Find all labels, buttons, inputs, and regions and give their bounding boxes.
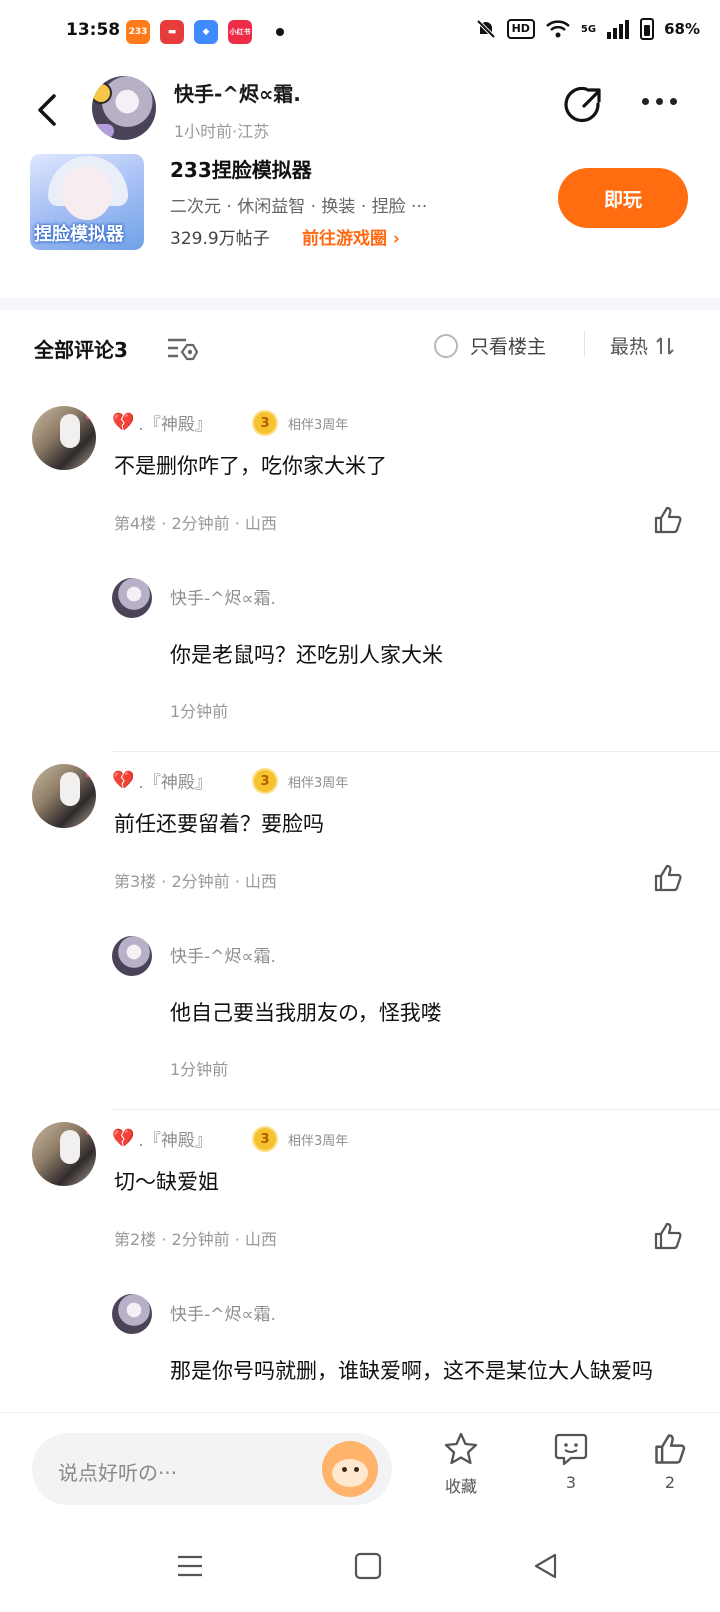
status-bar: 13:58 233 ▬ ◆ 小红书 HD 5G 68% <box>0 0 720 66</box>
favorite-button[interactable]: 收藏 <box>431 1431 491 1497</box>
comment-text[interactable]: 前任还要留着？要脸吗 <box>114 808 324 838</box>
replier-name[interactable]: 快手-^烬∝霜. <box>170 1300 276 1325</box>
play-button[interactable]: 即玩 <box>558 168 688 228</box>
thumbs-up-icon[interactable] <box>652 1220 684 1252</box>
replier-avatar[interactable] <box>112 1294 152 1334</box>
game-tags: 二次元 · 休闲益智 · 换装 · 捏脸 ··· <box>170 197 428 217</box>
comment-thread: ❥ 💔 .『神殿』 3 相伴3周年 不是删你咋了，吃你家大米了 第4楼 · 2分… <box>0 394 720 752</box>
broken-heart-icon: 💔 <box>112 412 135 433</box>
post-header: 快手-^烬∝霜. 1小时前·江苏 捏脸模拟器 233捏脸模拟器 二次元 · 休闲… <box>0 66 720 298</box>
commenter-avatar[interactable]: ❥ <box>32 764 96 828</box>
more-icon[interactable] <box>642 98 677 105</box>
thumbs-up-icon <box>655 1434 686 1464</box>
like-count: 2 <box>664 1473 676 1492</box>
sort-button[interactable]: 最热 <box>610 332 676 359</box>
comments-title: 全部评论3 <box>34 338 128 362</box>
signal-icon <box>607 20 630 39</box>
owner-only-label: 只看楼主 <box>470 336 547 358</box>
commenter-name-row[interactable]: 💔 .『神殿』 <box>112 410 212 435</box>
wifi-icon <box>546 20 570 38</box>
reply-text[interactable]: 你是老鼠吗？还吃别人家大米 <box>170 638 670 672</box>
replier-name[interactable]: 快手-^烬∝霜. <box>170 584 276 609</box>
commenter-avatar[interactable]: ❥ <box>32 1122 96 1186</box>
comment-icon <box>554 1433 588 1466</box>
comment-button[interactable]: 3 <box>541 1431 601 1492</box>
notification-dot <box>276 28 284 36</box>
mini-program-icon: ◆ <box>194 20 218 44</box>
medal-text: 相伴3周年 <box>288 418 349 433</box>
reply-text[interactable]: 那是你号吗就删，谁缺爱啊，这不是某位大人缺爱吗 <box>170 1354 670 1388</box>
radio-button[interactable] <box>434 333 458 358</box>
game-cover-logo: 捏脸模拟器 <box>34 224 124 245</box>
sort-label: 最热 <box>610 336 649 358</box>
comment-input[interactable]: 说点好听の··· <box>32 1433 392 1505</box>
owner-only-toggle[interactable]: 只看楼主 <box>434 332 546 359</box>
thumbs-up-icon[interactable] <box>652 862 684 894</box>
anniversary-medal-icon: 3 <box>252 768 278 794</box>
broken-heart-icon: 💔 <box>112 1128 135 1149</box>
replier-avatar[interactable] <box>112 578 152 618</box>
commenter-name-row[interactable]: 💔 .『神殿』 <box>112 768 212 793</box>
comment-thread: ❥ 💔 .『神殿』 3 相伴3周年 前任还要留着？要脸吗 第3楼 · 2分钟前 … <box>0 752 720 1110</box>
author-name[interactable]: 快手-^烬∝霜. <box>174 78 301 107</box>
medal-text: 相伴3周年 <box>288 776 349 791</box>
anniversary-medal-icon: 3 <box>252 1126 278 1152</box>
back-triangle-icon[interactable] <box>528 1548 564 1584</box>
network-type: 5G <box>580 23 597 35</box>
medal-text: 相伴3周年 <box>288 1134 349 1149</box>
filter-icon[interactable] <box>166 336 198 362</box>
comment-count: 3 <box>565 1473 577 1492</box>
comments-toolbar: 全部评论3 只看楼主 最热 <box>0 310 720 394</box>
home-icon[interactable] <box>350 1548 386 1584</box>
star-icon <box>444 1432 478 1465</box>
commenter-name: .『神殿』 <box>138 773 212 793</box>
mascot-sticker-icon[interactable] <box>322 1441 378 1497</box>
mute-bell-icon <box>476 19 495 39</box>
replier-name[interactable]: 快手-^烬∝霜. <box>170 942 276 967</box>
back-arrow-icon[interactable] <box>30 90 70 130</box>
game-post-count: 329.9万帖子 <box>170 229 270 249</box>
game-cover-image[interactable]: 捏脸模拟器 <box>30 154 144 250</box>
red-packet-icon: ▬ <box>160 20 184 44</box>
xiaohongshu-icon: 小红书 <box>228 20 252 44</box>
comment-text[interactable]: 切～缺爱姐 <box>114 1166 219 1196</box>
comment-meta: 第3楼 · 2分钟前 · 山西 <box>114 872 277 891</box>
anniversary-medal-icon: 3 <box>252 410 278 436</box>
hd-badge: HD <box>506 19 535 39</box>
reply-time: 1分钟前 <box>170 1060 229 1079</box>
battery-level: 68% <box>664 20 700 38</box>
commenter-name-row[interactable]: 💔 .『神殿』 <box>112 1126 212 1151</box>
battery-icon <box>640 18 655 40</box>
like-button[interactable]: 2 <box>640 1431 700 1492</box>
game-title[interactable]: 233捏脸模拟器 <box>170 154 312 183</box>
app-233-icon: 233 <box>126 20 150 44</box>
comment-thread: ❥ 💔 .『神殿』 3 相伴3周年 切～缺爱姐 第2楼 · 2分钟前 · 山西 … <box>0 1110 720 1412</box>
status-time: 13:58 <box>66 20 121 40</box>
comment-text[interactable]: 不是删你咋了，吃你家大米了 <box>114 450 387 480</box>
reply-text[interactable]: 他自己要当我朋友の，怪我喽 <box>170 996 670 1030</box>
divider <box>584 330 585 356</box>
comment-meta: 第2楼 · 2分钟前 · 山西 <box>114 1230 277 1249</box>
comment-input-placeholder: 说点好听の··· <box>58 1461 178 1485</box>
comment-meta: 第4楼 · 2分钟前 · 山西 <box>114 514 277 533</box>
bottom-action-bar: 说点好听の··· 收藏 3 2 <box>0 1412 720 1522</box>
author-avatar[interactable] <box>92 76 156 140</box>
commenter-avatar[interactable]: ❥ <box>32 406 96 470</box>
system-nav-bar <box>0 1522 720 1612</box>
game-card[interactable]: 捏脸模拟器 233捏脸模拟器 二次元 · 休闲益智 · 换装 · 捏脸 ··· … <box>30 154 710 250</box>
replier-avatar[interactable] <box>112 936 152 976</box>
comments-section: 全部评论3 只看楼主 最热 ❥ 💔 .『神殿』 3 相伴3周年 不是删你咋了，吃… <box>0 310 720 1412</box>
thumbs-up-icon[interactable] <box>652 504 684 536</box>
reply-time: 1分钟前 <box>170 702 229 721</box>
share-icon[interactable] <box>562 84 604 126</box>
post-time-location: 1小时前·江苏 <box>174 122 270 141</box>
broken-heart-icon: 💔 <box>112 770 135 791</box>
commenter-name: .『神殿』 <box>138 1131 212 1151</box>
commenter-name: .『神殿』 <box>138 415 212 435</box>
menu-icon[interactable] <box>172 1548 208 1584</box>
go-to-game-circle-link[interactable]: 前往游戏圈 › <box>302 224 400 249</box>
sort-arrows-icon <box>656 336 674 355</box>
sunglasses-sticker-icon <box>92 82 112 104</box>
favorite-label: 收藏 <box>444 1477 477 1496</box>
